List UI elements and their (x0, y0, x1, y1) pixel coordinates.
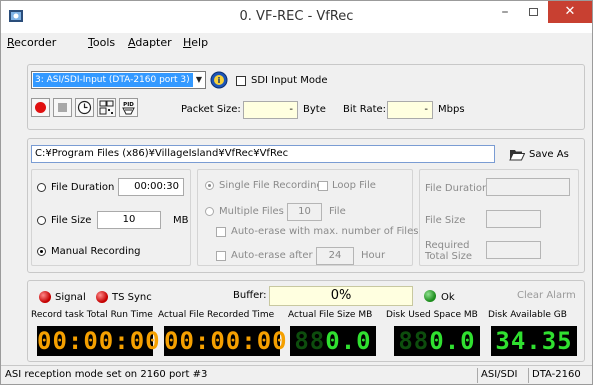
required-label: Required (425, 240, 470, 251)
disk-available-header: Disk Available GB (488, 310, 567, 320)
file-duration-mode-label: File Duration (51, 182, 115, 193)
status-device: DTA-2160 (528, 368, 584, 383)
multiple-files-radio[interactable] (205, 207, 214, 216)
disk-used-display: 880.0 (394, 326, 480, 356)
file-duration-radio[interactable] (37, 183, 46, 192)
packet-size-label: Packet Size: (181, 104, 241, 115)
ts-sync-label: TS Sync (112, 292, 152, 303)
maximize-icon (528, 8, 538, 16)
buffer-label: Buffer: (233, 290, 267, 301)
recorded-time-header: Actual File Recorded Time (158, 310, 275, 320)
info-file-duration-label: File Duration (425, 183, 489, 194)
auto-erase-after-field[interactable]: 24 (316, 247, 354, 265)
maximize-button[interactable] (519, 1, 547, 23)
title-bar: 0. VF-REC - VfRec – ✕ (1, 1, 592, 33)
auto-erase-max-checkbox[interactable] (216, 227, 226, 237)
file-size-radio[interactable] (37, 216, 46, 225)
bit-rate-unit: Mbps (438, 104, 465, 115)
file-size-field[interactable]: 10 (97, 211, 161, 229)
disk-used-header: Disk Used Space MB (386, 310, 478, 320)
signal-led (39, 291, 51, 303)
packet-size-unit: Byte (303, 104, 326, 115)
auto-erase-max-label: Auto-erase with max. number of Files (231, 226, 419, 237)
schedule-clock-icon (77, 100, 92, 115)
menu-bar: Recorder Tools Adapter Help (1, 33, 592, 53)
menu-tools[interactable]: Tools (88, 36, 115, 49)
file-duration-field[interactable]: 00:00:30 (118, 178, 184, 196)
menu-help[interactable]: Help (183, 36, 208, 49)
app-window: 0. VF-REC - VfRec – ✕ Recorder Tools Ada… (0, 0, 593, 385)
manual-recording-label: Manual Recording (51, 246, 141, 257)
actual-size-header: Actual File Size MB (288, 310, 373, 320)
sdi-input-mode-checkbox[interactable] (236, 76, 246, 86)
input-port-select[interactable]: 3: ASI/SDI-Input (DTA-2160 port 3) ▼ (31, 71, 206, 89)
auto-erase-after-checkbox[interactable] (216, 251, 226, 261)
loop-file-checkbox[interactable] (318, 181, 328, 191)
save-as-button[interactable]: Save As (529, 149, 569, 160)
stop-icon (58, 103, 67, 112)
multiple-files-unit: File (329, 206, 346, 217)
run-time-display: 00:00:00 (37, 326, 161, 356)
svg-text:i: i (218, 76, 221, 85)
manual-recording-radio[interactable] (37, 247, 46, 256)
close-button[interactable]: ✕ (548, 1, 592, 23)
file-size-unit: MB (173, 215, 189, 226)
dropdown-arrow-icon[interactable]: ▼ (193, 72, 205, 88)
single-file-label: Single File Recording (219, 180, 323, 191)
multiple-files-field[interactable]: 10 (287, 203, 322, 221)
stop-button[interactable] (53, 98, 72, 117)
info-file-size-label: File Size (425, 215, 466, 226)
actual-size-display: 880.0 (290, 326, 376, 356)
schedule-button[interactable] (75, 98, 94, 117)
grid-icon (99, 100, 114, 115)
folder-open-icon[interactable] (509, 148, 525, 161)
single-file-radio[interactable] (205, 181, 214, 190)
info-file-duration-field (486, 178, 570, 196)
ok-led (424, 290, 436, 302)
ok-label: Ok (441, 292, 455, 303)
status-mode: ASI/SDI (477, 368, 521, 383)
required-total-size-field (486, 241, 541, 259)
sdi-input-mode-label: SDI Input Mode (251, 75, 328, 86)
info-icon[interactable]: i (210, 71, 228, 89)
minimize-button[interactable]: – (491, 1, 519, 23)
loop-file-label: Loop File (332, 180, 376, 191)
run-time-header: Record task Total Run Time (31, 310, 153, 320)
packet-size-field: - (243, 101, 298, 119)
disk-available-display: 34.35 (491, 326, 577, 356)
svg-text:PID: PID (123, 102, 134, 108)
status-message: ASI reception mode set on 2160 port #3 (5, 369, 208, 380)
info-file-size-field (486, 210, 541, 228)
pid-filter-button[interactable]: PID (119, 98, 138, 117)
auto-erase-after-label: Auto-erase after (231, 250, 313, 261)
signal-label: Signal (55, 292, 86, 303)
total-size-label: Total Size (425, 251, 473, 262)
ts-sync-led (96, 291, 108, 303)
multiple-files-label: Multiple Files (219, 206, 284, 217)
close-icon: ✕ (564, 4, 576, 19)
layout-button[interactable] (97, 98, 116, 117)
menu-recorder[interactable]: Recorder (7, 36, 56, 49)
auto-erase-after-unit: Hour (361, 250, 386, 261)
buffer-meter: 0% (269, 286, 413, 306)
minimize-icon: – (501, 4, 509, 20)
record-icon (35, 102, 46, 113)
output-path-field[interactable]: C:¥Program Files (x86)¥VillageIsland¥VfR… (31, 145, 495, 163)
file-size-mode-label: File Size (51, 215, 92, 226)
record-button[interactable] (31, 98, 50, 117)
status-bar: ASI reception mode set on 2160 port #3 A… (1, 365, 592, 384)
menu-adapter[interactable]: Adapter (128, 36, 172, 49)
bit-rate-label: Bit Rate: (343, 104, 387, 115)
clear-alarm-button[interactable]: Clear Alarm (517, 290, 576, 301)
bit-rate-field: - (387, 101, 433, 119)
recorded-time-display: 00:00:00 (164, 326, 288, 356)
input-port-value: 3: ASI/SDI-Input (DTA-2160 port 3) (33, 73, 193, 87)
pid-icon: PID (122, 102, 135, 115)
